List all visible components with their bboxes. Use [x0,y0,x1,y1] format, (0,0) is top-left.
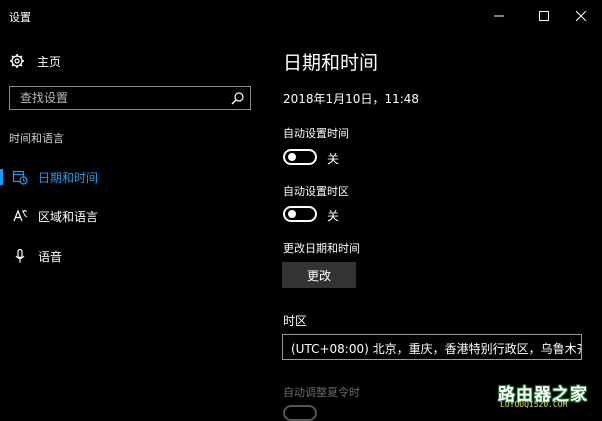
title-bar: 设置 [0,0,602,32]
microphone-icon [15,248,25,263]
dst-label: 自动调整夏令时 [283,386,360,399]
sidebar-item-label: 日期和时间 [38,171,99,185]
auto-time-label: 自动设置时间 [283,127,349,140]
minimize-button[interactable] [482,0,516,32]
home-label: 主页 [37,54,62,69]
close-button[interactable] [564,0,598,32]
sidebar-item-label: 区域和语言 [38,210,99,224]
auto-time-toggle[interactable] [283,149,317,165]
section-title: 时间和语言 [9,132,64,145]
active-indicator [0,169,3,185]
dst-toggle[interactable] [283,405,317,421]
timezone-value: (UTC+08:00) 北京，重庆，香港特别行政区，乌鲁木齐 [291,342,582,356]
close-icon [576,11,586,21]
toggle-knob [288,153,296,161]
page-title: 日期和时间 [283,52,379,74]
gear-icon [10,54,24,68]
search-box[interactable] [9,86,251,110]
watermark: 路由器之家 LUYOUQI520.COM [498,380,600,410]
auto-time-state: 关 [327,152,340,166]
auto-timezone-toggle[interactable] [283,206,317,222]
sidebar-item-region-language[interactable]: 区域和语言 [0,205,262,227]
maximize-button[interactable] [527,0,561,32]
sidebar-item-label: 语音 [38,250,63,264]
auto-timezone-state: 关 [327,209,340,223]
timezone-label: 时区 [283,314,308,328]
search-icon[interactable] [231,91,245,105]
language-icon [13,209,28,222]
sidebar-item-speech[interactable]: 语音 [0,245,262,267]
maximize-icon [539,11,549,21]
app-title: 设置 [9,11,31,24]
auto-timezone-label: 自动设置时区 [283,185,349,198]
home-link[interactable]: 主页 [9,51,61,71]
current-datetime: 2018年1月10日，11:48 [283,92,420,106]
search-input[interactable] [10,87,230,109]
calendar-clock-icon [12,170,28,185]
change-button[interactable]: 更改 [282,262,356,288]
sidebar-item-date-time[interactable]: 日期和时间 [0,166,262,188]
minimize-icon [494,15,504,17]
change-datetime-label: 更改日期和时间 [283,242,360,255]
timezone-dropdown[interactable]: (UTC+08:00) 北京，重庆，香港特别行政区，乌鲁木齐 [282,334,582,360]
watermark-url: LUYOUQI520.COM [500,400,568,409]
toggle-knob [288,210,296,218]
